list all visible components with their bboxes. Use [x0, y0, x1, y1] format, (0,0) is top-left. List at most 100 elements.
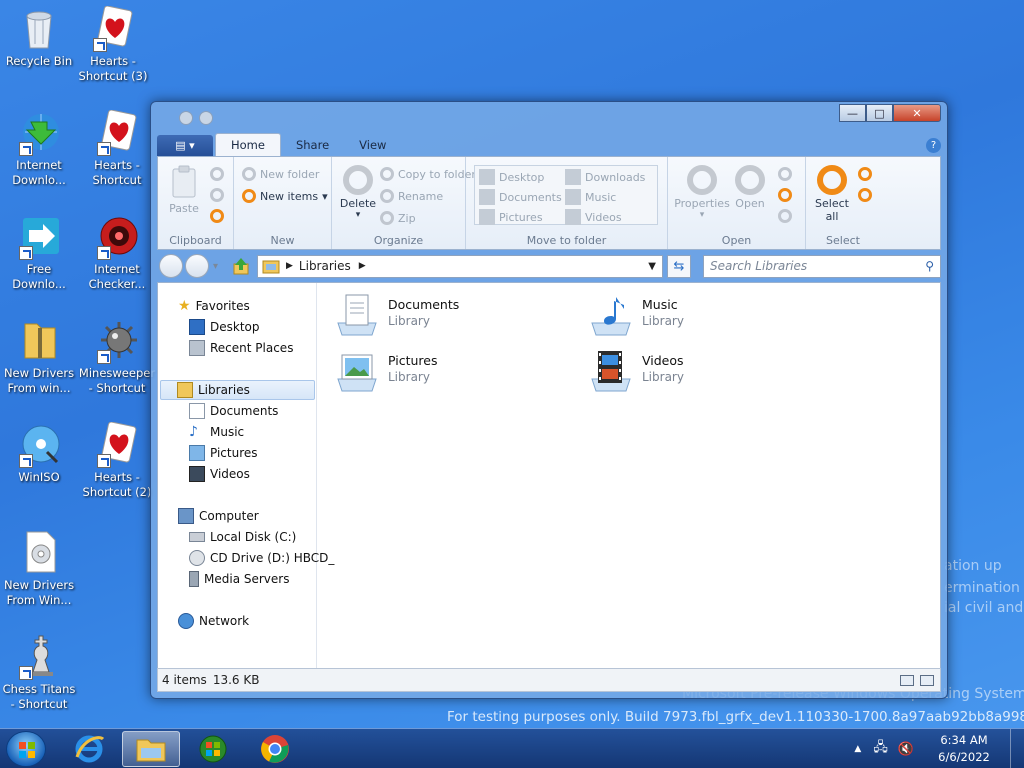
invert-selection-button[interactable]: [858, 188, 872, 202]
nav-cd-drive[interactable]: CD Drive (D:) HBCD_: [189, 548, 334, 568]
pictures-icon: [479, 209, 495, 225]
shortcut-arrow-icon: [19, 142, 33, 156]
nav-music[interactable]: ♪ Music: [189, 422, 244, 442]
desktop-icon-chess-titans[interactable]: Chess Titans - Shortcut: [0, 634, 78, 712]
desktop-icon-hearts-2[interactable]: Hearts - Shortcut (2): [78, 421, 156, 500]
open-button[interactable]: Open: [732, 165, 768, 210]
nav-videos[interactable]: Videos: [189, 464, 250, 484]
desktop-icon-free-download[interactable]: Free Downlo...: [0, 214, 78, 292]
taskbar-internet-explorer[interactable]: [60, 731, 118, 767]
desktop-icon-winiso[interactable]: WinISO: [0, 422, 78, 485]
nav-computer[interactable]: Computer: [178, 506, 259, 526]
nav-libraries[interactable]: Libraries: [160, 380, 315, 400]
recent-locations-dropdown[interactable]: ▾: [213, 261, 218, 272]
help-icon[interactable]: ?: [926, 138, 941, 153]
details-view-button[interactable]: [900, 674, 914, 686]
volume-muted-icon[interactable]: 🔇: [898, 742, 914, 757]
desktop-icon-minesweeper[interactable]: Minesweeper - Shortcut: [78, 318, 156, 396]
cd-drive-icon: [189, 550, 205, 566]
desktop-icon-internet-download[interactable]: Internet Downlo...: [0, 110, 78, 188]
clock-date: 6/6/2022: [938, 750, 990, 764]
library-item-documents[interactable]: Documents Library: [334, 293, 459, 337]
title-bar[interactable]: — □ ✕: [151, 102, 947, 132]
chevron-right-icon[interactable]: ▶: [359, 261, 366, 271]
edit-button[interactable]: [778, 188, 792, 202]
library-item-pictures[interactable]: Pictures Library: [334, 349, 438, 393]
new-items-button[interactable]: New items ▾: [242, 189, 328, 203]
nav-network[interactable]: Network: [178, 611, 249, 631]
file-menu-button[interactable]: ▤ ▾: [157, 135, 213, 156]
close-button[interactable]: ✕: [893, 104, 941, 122]
move-to-music[interactable]: Music: [565, 189, 616, 205]
select-all-button[interactable]: Select all: [812, 165, 852, 223]
tab-share[interactable]: Share: [281, 133, 344, 156]
paste-button[interactable]: Paste: [166, 165, 202, 215]
select-all-icon: [817, 165, 847, 195]
nav-favorites[interactable]: ★ Favorites: [178, 296, 250, 316]
library-item-music[interactable]: Music Library: [588, 293, 684, 337]
move-to-pictures[interactable]: Pictures: [479, 209, 543, 225]
refresh-button[interactable]: ⇆: [667, 254, 691, 278]
address-dropdown[interactable]: ▼: [648, 261, 656, 272]
tab-home[interactable]: Home: [215, 133, 281, 156]
up-button[interactable]: [231, 256, 251, 276]
rename-button[interactable]: Rename: [380, 189, 443, 203]
move-to-documents[interactable]: Documents: [479, 189, 562, 205]
open-with-button[interactable]: [778, 167, 792, 181]
show-hidden-icons-button[interactable]: ▲: [854, 744, 861, 754]
cut-button[interactable]: [210, 167, 224, 181]
new-folder-button[interactable]: New folder: [242, 167, 319, 181]
copy-path-button[interactable]: [210, 209, 224, 223]
move-to-videos[interactable]: Videos: [565, 209, 622, 225]
desktop-icon-new-drivers-2[interactable]: New Drivers From Win...: [0, 530, 78, 608]
desktop-icon-hearts-3[interactable]: Hearts - Shortcut (3): [74, 5, 152, 84]
large-icons-view-button[interactable]: [920, 674, 934, 686]
zip-button[interactable]: Zip: [380, 211, 416, 225]
copy-button[interactable]: [210, 188, 224, 202]
navigation-pane[interactable]: ★ Favorites Desktop Recent Places Librari…: [158, 283, 334, 668]
taskbar-chrome[interactable]: [246, 731, 304, 767]
select-none-button[interactable]: [858, 167, 872, 181]
maximize-button[interactable]: □: [866, 104, 893, 122]
nav-local-disk[interactable]: Local Disk (C:): [189, 527, 296, 547]
nav-desktop[interactable]: Desktop: [189, 317, 260, 337]
move-to-downloads[interactable]: Downloads: [565, 169, 645, 185]
group-clipboard: Paste Clipboard: [158, 157, 234, 249]
library-item-videos[interactable]: Videos Library: [588, 349, 684, 393]
move-to-desktop[interactable]: Desktop: [479, 169, 544, 185]
move-to-gallery[interactable]: Desktop Downloads Documents Music Pictur…: [474, 165, 658, 225]
start-button[interactable]: [6, 731, 46, 767]
qat-button[interactable]: [199, 111, 213, 125]
desktop-icon-recycle-bin[interactable]: Recycle Bin: [0, 6, 78, 69]
properties-button[interactable]: Properties ▾: [674, 165, 730, 220]
shortcut-arrow-icon: [97, 454, 111, 468]
forward-button[interactable]: [185, 254, 209, 278]
breadcrumb-libraries[interactable]: Libraries: [299, 259, 351, 273]
search-icon: ⚲: [925, 259, 934, 273]
explorer-window[interactable]: — □ ✕ ▤ ▾ Home Share View ? Paste Clipbo…: [150, 101, 948, 699]
clock[interactable]: 6:34 AM 6/6/2022: [918, 732, 1010, 766]
qat-button[interactable]: [179, 111, 193, 125]
tab-view[interactable]: View: [344, 133, 401, 156]
minimize-button[interactable]: —: [839, 104, 866, 122]
network-tray-icon[interactable]: 🖧: [873, 738, 888, 760]
desktop-icon-new-drivers-1[interactable]: New Drivers From win...: [0, 318, 78, 396]
history-button[interactable]: [778, 209, 792, 223]
desktop-icon-internet-checker[interactable]: Internet Checker...: [78, 214, 156, 292]
show-desktop-button[interactable]: [1010, 729, 1024, 768]
nav-documents[interactable]: Documents: [189, 401, 278, 421]
address-bar[interactable]: ▶ Libraries ▶ ▼: [257, 254, 663, 278]
qat-dropdown[interactable]: [219, 111, 229, 125]
desktop-icon-label: Internet Downlo...: [12, 158, 66, 187]
zip-icon: [380, 211, 394, 225]
search-input[interactable]: Search Libraries ⚲: [703, 254, 941, 278]
desktop-icon-hearts[interactable]: Hearts - Shortcut: [78, 109, 156, 188]
taskbar-file-explorer[interactable]: [122, 731, 180, 767]
nav-media-servers[interactable]: Media Servers: [189, 569, 289, 589]
taskbar-media-center[interactable]: [184, 731, 242, 767]
delete-button[interactable]: Delete ▾: [338, 165, 378, 220]
nav-recent-places[interactable]: Recent Places: [189, 338, 293, 358]
chevron-down-icon: ▾: [699, 210, 705, 220]
nav-pictures[interactable]: Pictures: [189, 443, 258, 463]
back-button[interactable]: [159, 254, 183, 278]
